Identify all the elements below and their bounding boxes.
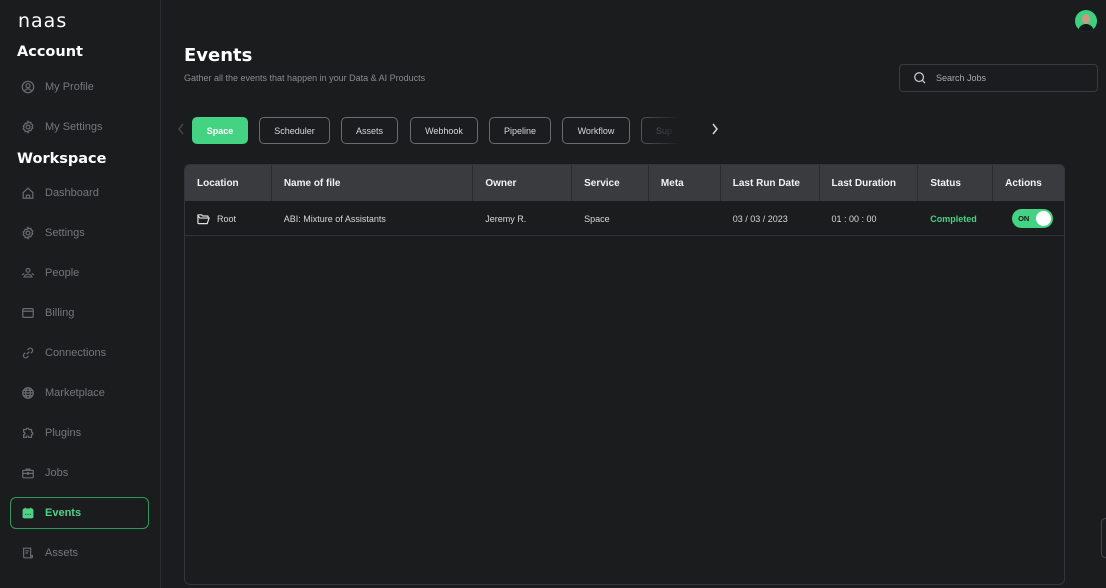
cell-service: Space [584, 213, 610, 224]
column-header-last-duration[interactable]: Last Duration [820, 165, 919, 201]
page-subtitle: Gather all the events that happen in you… [184, 73, 426, 83]
search-box[interactable] [899, 64, 1098, 92]
scroll-left-button[interactable] [176, 121, 186, 140]
cell-location: Root [185, 201, 272, 236]
folder-icon [197, 213, 210, 225]
cell-last-duration: 01 : 00 : 00 [831, 213, 877, 224]
tab-scheduler[interactable]: Scheduler [259, 117, 330, 144]
sidebar-item-label: Marketplace [45, 387, 105, 399]
people-icon [21, 266, 35, 280]
scroll-right-button[interactable] [710, 121, 720, 140]
sidebar-item-jobs[interactable]: Jobs [10, 457, 149, 489]
globe-icon [21, 386, 35, 400]
toggle-knob [1036, 211, 1052, 226]
tab-support[interactable]: Sup [641, 117, 680, 144]
sidebar-item-events[interactable]: Events [10, 497, 149, 529]
column-header-service[interactable]: Service [572, 165, 649, 201]
user-circle-icon [21, 80, 35, 94]
page-title: Events [184, 45, 253, 66]
search-input[interactable] [936, 73, 1086, 83]
sidebar-item-plugins[interactable]: Plugins [10, 417, 149, 449]
sidebar-item-marketplace[interactable]: Marketplace [10, 377, 149, 409]
event-toggle[interactable]: ON [1012, 209, 1054, 228]
sidebar-item-label: My Profile [45, 81, 94, 93]
tab-assets[interactable]: Assets [341, 117, 398, 144]
account-section-title: Account [17, 44, 83, 60]
column-header-owner[interactable]: Owner [473, 165, 573, 201]
sidebar-item-dashboard[interactable]: Dashboard [10, 177, 149, 209]
tab-webhook[interactable]: Webhook [410, 117, 478, 144]
sidebar-item-label: Settings [45, 227, 85, 239]
sidebar-item-connections[interactable]: Connections [10, 337, 149, 369]
column-header-status[interactable]: Status [918, 165, 994, 201]
chevron-right-icon [712, 123, 718, 135]
filter-tabs: Space Scheduler Assets Webhook Pipeline … [192, 117, 680, 145]
chevron-left-icon [178, 123, 184, 135]
cell-owner: Jeremy R. [485, 213, 527, 224]
link-icon [21, 346, 35, 360]
sidebar-item-label: My Settings [45, 121, 103, 133]
cell-last-run-date: 03 / 03 / 2023 [732, 213, 788, 224]
sidebar-item-label: Dashboard [45, 187, 99, 199]
credit-card-icon [21, 306, 35, 320]
sidebar-item-label: Billing [45, 307, 75, 319]
search-icon [914, 72, 926, 84]
home-icon [21, 186, 35, 200]
column-header-name[interactable]: Name of file [272, 165, 474, 201]
sidebar-item-billing[interactable]: Billing [10, 297, 149, 329]
sidebar-item-settings[interactable]: Settings [10, 217, 149, 249]
sidebar-item-label: Assets [45, 547, 79, 559]
cell-name[interactable]: ABI: Mixture of Assistants [272, 201, 474, 236]
cell-actions: ON [993, 201, 1064, 236]
puzzle-icon [21, 426, 35, 440]
column-header-meta[interactable]: Meta [649, 165, 721, 201]
calendar-icon [21, 506, 35, 520]
tab-pipeline[interactable]: Pipeline [489, 117, 551, 144]
sidebar-item-my-settings[interactable]: My Settings [10, 111, 149, 143]
briefcase-icon [21, 466, 35, 480]
side-panel-handle[interactable] [1101, 518, 1106, 558]
sidebar-item-my-profile[interactable]: My Profile [10, 71, 149, 103]
workspace-section-title: Workspace [17, 151, 107, 167]
column-header-actions: Actions [1005, 177, 1042, 189]
table-row[interactable]: Root ABI: Mixture of Assistants Jeremy R… [185, 201, 1064, 236]
sidebar-item-label: Jobs [45, 467, 69, 479]
sidebar-item-label: Events [45, 507, 82, 519]
sidebar-item-label: Connections [45, 347, 107, 359]
sidebar-item-label: Plugins [45, 427, 82, 439]
column-header-last-run-date[interactable]: Last Run Date [721, 165, 820, 201]
tab-space[interactable]: Space [192, 117, 248, 144]
sidebar-item-people[interactable]: People [10, 257, 149, 289]
user-avatar[interactable] [1075, 10, 1097, 32]
sidebar-item-label: People [45, 267, 80, 279]
sidebar-item-assets[interactable]: Assets [10, 537, 149, 569]
sidebar: naas Account My Profile My Settings Work… [0, 0, 161, 588]
status-badge: Completed [930, 213, 977, 224]
gear-icon [21, 120, 35, 134]
toggle-label: ON [1018, 214, 1030, 223]
gear-icon [21, 226, 35, 240]
document-icon [21, 546, 35, 560]
naas-logo[interactable]: naas [18, 10, 67, 32]
cell-status: Completed [918, 201, 993, 236]
table-header: Location Name of file Owner Service Meta… [185, 165, 1064, 201]
tab-workflow[interactable]: Workflow [562, 117, 630, 144]
column-header-location[interactable]: Location [185, 165, 272, 201]
cell-meta [649, 201, 721, 236]
events-table: Location Name of file Owner Service Meta… [184, 164, 1065, 585]
